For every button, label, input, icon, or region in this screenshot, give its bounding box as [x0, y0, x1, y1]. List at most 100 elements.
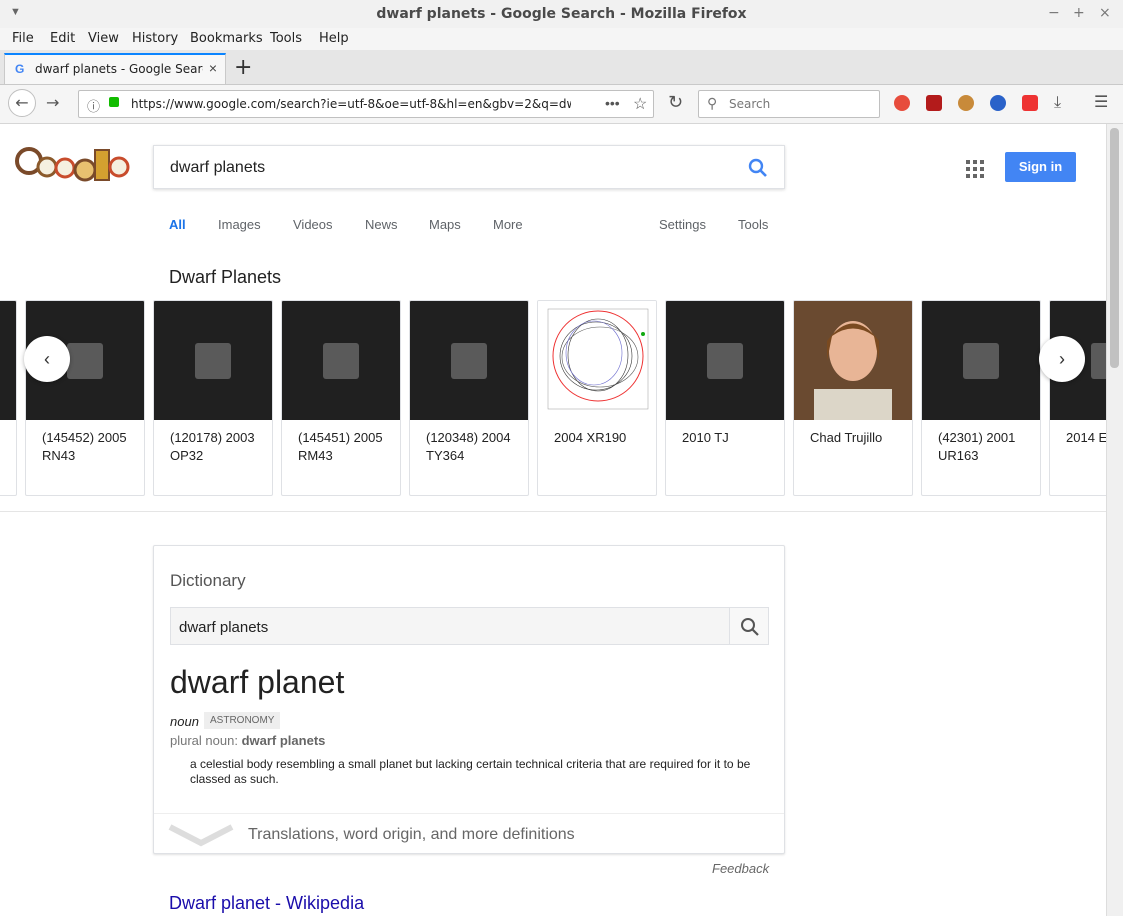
definition-text: a celestial body resembling a small plan…	[190, 757, 751, 786]
search-query[interactable]: dwarf planets	[170, 159, 265, 177]
page-actions-icon[interactable]: •••	[605, 95, 620, 111]
tab-all[interactable]: All	[169, 217, 186, 232]
extension-4-icon[interactable]	[990, 95, 1006, 111]
carousel-card[interactable]: (120348) 2004 TY364	[409, 300, 529, 496]
tab-title: dwarf planets - Google Search - Mozilla …	[35, 62, 203, 76]
divider	[0, 511, 1106, 512]
menu-view[interactable]: View	[88, 31, 119, 46]
dictionary-word: dwarf planet	[170, 664, 345, 700]
carousel-card[interactable]: 2010 TJ	[665, 300, 785, 496]
new-tab-button[interactable]: +	[234, 55, 252, 80]
carousel-title: Dwarf Planets	[169, 267, 282, 287]
ublock-icon[interactable]	[926, 95, 942, 111]
tab-more[interactable]: More	[493, 217, 523, 232]
url-text[interactable]: https://www.google.com/search?ie=utf-8&o…	[131, 97, 571, 111]
carousel-label: 2014 E	[1066, 430, 1106, 445]
search-icon	[741, 618, 759, 636]
dictionary-card: Dictionary dwarf planets dwarf planet no…	[153, 545, 785, 854]
carousel-next-button[interactable]: ›	[1039, 336, 1085, 382]
forward-icon[interactable]: →	[46, 93, 59, 112]
maximize-icon[interactable]: +	[1073, 5, 1085, 21]
image-placeholder-icon	[451, 343, 487, 379]
carousel-prev-button[interactable]: ‹	[24, 336, 70, 382]
carousel-label: (145451) 2005 RM43	[298, 430, 383, 463]
search-placeholder: Search	[729, 97, 771, 111]
orbit-diagram-image	[547, 308, 649, 410]
menu-edit[interactable]: Edit	[50, 31, 75, 46]
extension-5-icon[interactable]	[1022, 95, 1038, 111]
extension-1-icon[interactable]	[894, 95, 910, 111]
carousel-label: 2010 TJ	[682, 430, 729, 445]
carousel-label: (42301) 2001 UR163	[938, 430, 1016, 463]
image-placeholder-icon	[67, 343, 103, 379]
scrollbar-thumb[interactable]	[1110, 128, 1119, 368]
menu-tools[interactable]: Tools	[270, 31, 302, 46]
image-placeholder-icon	[195, 343, 231, 379]
window-title: dwarf planets - Google Search - Mozilla …	[376, 6, 747, 22]
menu-history[interactable]: History	[132, 31, 178, 46]
menu-bookmarks[interactable]: Bookmarks	[190, 31, 263, 46]
carousel-card[interactable]: Chad Trujillo	[793, 300, 913, 496]
image-placeholder-icon	[963, 343, 999, 379]
carousel-card[interactable]: (145451) 2005 RM43	[281, 300, 401, 496]
google-search-box[interactable]: dwarf planets	[153, 145, 785, 189]
google-favicon-icon: G	[15, 62, 25, 76]
dictionary-search-button[interactable]	[729, 607, 769, 645]
search-bar[interactable]: ⚲ Search	[698, 90, 880, 118]
menu-file[interactable]: File	[12, 31, 34, 46]
page-content: dwarf planets Sign in All Images Videos …	[0, 124, 1106, 916]
close-window-icon[interactable]: ×	[1099, 5, 1111, 21]
dictionary-title: Dictionary	[170, 571, 246, 590]
carousel-card[interactable]: (145452) 2005 RN43	[25, 300, 145, 496]
tab-maps[interactable]: Maps	[429, 217, 461, 232]
window-titlebar: ▼ dwarf planets - Google Search - Mozill…	[0, 0, 1123, 29]
plural-form: plural noun: dwarf planets	[170, 733, 326, 748]
carousel-card[interactable]: 2004 XR190	[537, 300, 657, 496]
google-doodle-logo[interactable]	[15, 144, 130, 190]
more-definitions-label: Translations, word origin, and more defi…	[248, 826, 575, 843]
result-title-link[interactable]: Dwarf planet - Wikipedia	[169, 893, 364, 914]
dictionary-input-value[interactable]: dwarf planets	[179, 619, 268, 636]
apps-grid-icon[interactable]	[966, 160, 984, 178]
lock-icon	[109, 97, 119, 107]
tab-close-icon[interactable]: ×	[209, 60, 217, 76]
carousel-label: 2004 XR190	[554, 430, 627, 445]
subject-tag: ASTRONOMY	[204, 712, 281, 729]
carousel-card[interactable]: (120178) 2003 OP32	[153, 300, 273, 496]
tab-news[interactable]: News	[365, 217, 398, 232]
carousel-label: (120348) 2004 TY364	[426, 430, 511, 463]
back-icon[interactable]: ←	[8, 89, 36, 117]
download-icon[interactable]: ⤓	[1054, 92, 1061, 112]
url-bar[interactable]: ⓘ https://www.google.com/search?ie=utf-8…	[78, 90, 654, 118]
carousel-label: Chad Trujillo	[810, 430, 883, 445]
image-placeholder-icon	[323, 343, 359, 379]
tab-settings[interactable]: Settings	[659, 217, 706, 232]
bookmark-star-icon[interactable]: ☆	[633, 94, 647, 114]
navigation-toolbar: ← → ⓘ https://www.google.com/search?ie=u…	[0, 85, 1123, 124]
tab-videos[interactable]: Videos	[293, 217, 333, 232]
chevron-down-icon	[168, 824, 234, 847]
more-definitions-link[interactable]: Translations, word origin, and more defi…	[154, 813, 784, 854]
reload-icon[interactable]: ↻	[668, 92, 683, 113]
hamburger-menu-icon[interactable]: ☰	[1094, 92, 1108, 111]
tab-active[interactable]: G dwarf planets - Google Search - Mozill…	[4, 53, 226, 84]
tab-tools[interactable]: Tools	[738, 217, 768, 232]
carousel-label: (145452) 2005 RN43	[42, 430, 127, 463]
dictionary-input[interactable]: dwarf planets	[170, 607, 730, 645]
carousel-label: (120178) 2003 OP32	[170, 430, 255, 463]
extension-3-icon[interactable]	[958, 95, 974, 111]
sign-in-button[interactable]: Sign in	[1005, 152, 1076, 182]
carousel-card[interactable]: (42301) 2001 UR163	[921, 300, 1041, 496]
info-icon[interactable]: ⓘ	[87, 96, 100, 115]
search-icon: ⚲	[707, 95, 718, 111]
carousel-card[interactable]: 2014 E	[1049, 300, 1106, 496]
feedback-link[interactable]: Feedback	[712, 861, 769, 876]
tab-images[interactable]: Images	[218, 217, 261, 232]
page-scrollbar[interactable]	[1106, 124, 1123, 916]
menu-help[interactable]: Help	[319, 31, 349, 46]
image-placeholder-icon	[707, 343, 743, 379]
google-search-icon[interactable]	[748, 158, 768, 178]
minimize-icon[interactable]: −	[1048, 5, 1060, 21]
carousel-card-partial[interactable]	[0, 300, 17, 496]
image-placeholder-icon	[1091, 343, 1106, 379]
